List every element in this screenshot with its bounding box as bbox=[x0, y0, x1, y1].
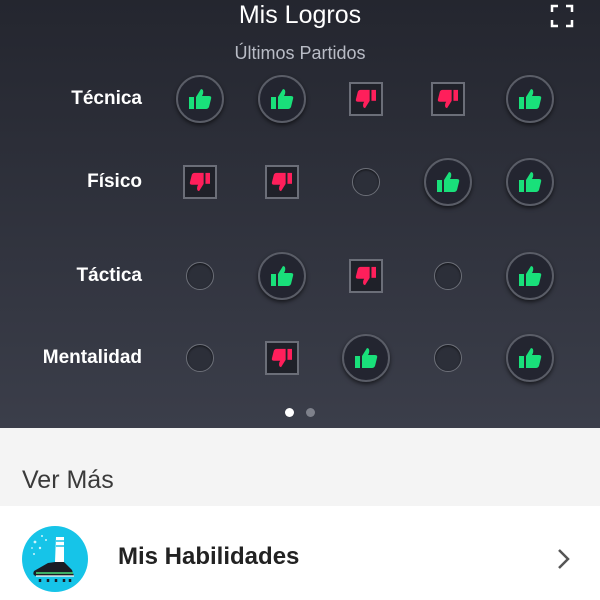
result-empty bbox=[168, 326, 232, 390]
result-up bbox=[168, 67, 232, 131]
row-label: Táctica bbox=[76, 265, 142, 286]
thumbs-up-icon bbox=[506, 334, 554, 382]
thumbs-up-icon bbox=[258, 252, 306, 300]
result-down bbox=[250, 326, 314, 390]
soccer-cleat-icon bbox=[22, 526, 88, 592]
page-subtitle: Últimos Partidos bbox=[234, 43, 366, 63]
result-empty bbox=[416, 244, 480, 308]
thumbs-up-icon bbox=[506, 252, 554, 300]
thumbs-down-icon bbox=[431, 82, 465, 116]
thumbs-down-icon bbox=[183, 165, 217, 199]
result-up bbox=[498, 326, 562, 390]
chevron-right-icon bbox=[556, 547, 572, 571]
thumbs-up-icon bbox=[506, 158, 554, 206]
skills-list-item[interactable]: Mis Habilidades bbox=[0, 506, 600, 600]
result-up bbox=[416, 150, 480, 214]
thumbs-up-icon bbox=[258, 75, 306, 123]
result-up bbox=[498, 244, 562, 308]
empty-result-icon bbox=[186, 344, 214, 372]
thumbs-down-icon bbox=[265, 341, 299, 375]
result-up bbox=[498, 150, 562, 214]
thumbs-up-icon bbox=[506, 75, 554, 123]
thumbs-up-icon bbox=[176, 75, 224, 123]
result-up bbox=[498, 67, 562, 131]
result-up bbox=[250, 244, 314, 308]
result-empty bbox=[168, 244, 232, 308]
page-title: Mis Logros bbox=[238, 1, 362, 29]
result-up bbox=[334, 326, 398, 390]
achievements-panel: Mis Logros Últimos Partidos Técnica Físic… bbox=[0, 0, 600, 428]
ver-mas-heading: Ver Más bbox=[22, 466, 114, 494]
row-label: Técnica bbox=[71, 88, 142, 109]
thumbs-up-icon bbox=[424, 158, 472, 206]
row-label: Físico bbox=[87, 171, 142, 192]
thumbs-down-icon bbox=[349, 259, 383, 293]
result-down bbox=[250, 150, 314, 214]
empty-result-icon bbox=[434, 262, 462, 290]
result-empty bbox=[334, 150, 398, 214]
row-label: Mentalidad bbox=[42, 347, 142, 368]
result-empty bbox=[416, 326, 480, 390]
result-down bbox=[334, 244, 398, 308]
thumbs-down-icon bbox=[349, 82, 383, 116]
thumbs-down-icon bbox=[265, 165, 299, 199]
empty-result-icon bbox=[186, 262, 214, 290]
result-down bbox=[416, 67, 480, 131]
result-down bbox=[334, 67, 398, 131]
skills-label: Mis Habilidades bbox=[118, 543, 300, 570]
empty-result-icon bbox=[352, 168, 380, 196]
page-indicator bbox=[0, 408, 600, 417]
result-down bbox=[168, 150, 232, 214]
page-dot[interactable] bbox=[306, 408, 315, 417]
thumbs-up-icon bbox=[342, 334, 390, 382]
fullscreen-icon[interactable] bbox=[550, 4, 574, 28]
page-dot[interactable] bbox=[285, 408, 294, 417]
result-up bbox=[250, 67, 314, 131]
empty-result-icon bbox=[434, 344, 462, 372]
